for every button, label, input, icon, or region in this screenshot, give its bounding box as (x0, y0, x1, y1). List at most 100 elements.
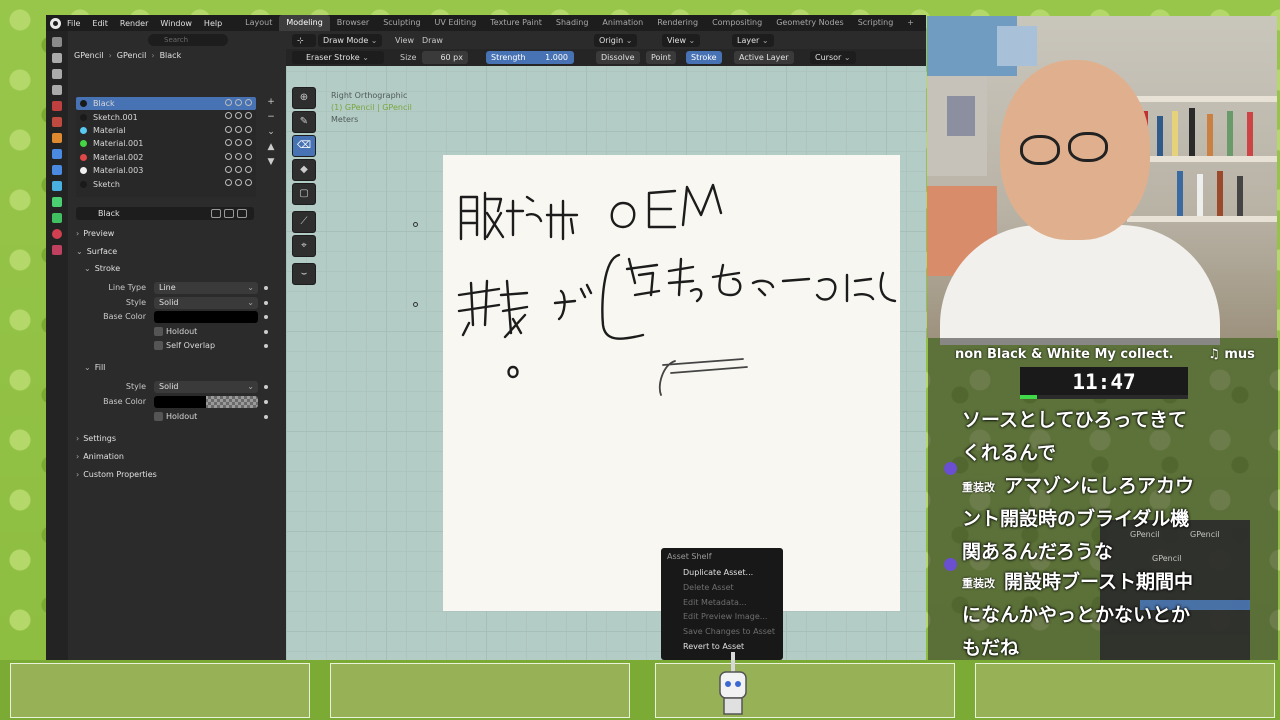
link-icon[interactable] (225, 165, 232, 173)
eraser-tool-dropdown[interactable]: Eraser Stroke (292, 51, 384, 64)
move-slot-down-button[interactable]: ▼ (266, 157, 276, 167)
eye-icon[interactable] (235, 152, 242, 160)
stroke-style-dropdown[interactable]: Solid (154, 297, 258, 309)
point-button[interactable]: Point (646, 51, 676, 64)
size-field[interactable]: 60 px (422, 51, 468, 64)
menu-help[interactable]: Help (198, 19, 228, 28)
tab-rendering[interactable]: Rendering (650, 15, 705, 31)
origin-dropdown[interactable]: Origin (594, 33, 638, 47)
drawing-canvas[interactable] (443, 155, 900, 611)
section-fill[interactable]: Fill (84, 361, 106, 375)
cursor-dropdown[interactable]: Cursor (810, 51, 856, 64)
curve-tool-icon[interactable]: ⌣ (292, 263, 316, 285)
link-icon[interactable] (225, 99, 232, 106)
viewport-3d[interactable]: ⊹ Draw Mode View Draw Origin View Layer … (286, 31, 926, 660)
menu-window[interactable]: Window (154, 19, 198, 28)
section-preview[interactable]: Preview (76, 227, 114, 241)
menu-view[interactable]: View (395, 34, 414, 47)
constraints-tab-icon[interactable] (52, 197, 62, 207)
keyframe-dot-icon[interactable] (264, 344, 268, 348)
active-layer-toggle[interactable]: Active Layer (734, 51, 794, 64)
modifier-tab-icon[interactable] (52, 149, 62, 159)
keyframe-dot-icon[interactable] (264, 385, 268, 389)
section-surface[interactable]: Surface (76, 245, 117, 259)
search-input[interactable]: Search (148, 34, 228, 46)
shield-icon[interactable] (211, 209, 221, 218)
stroke-holdout-checkbox[interactable] (154, 327, 163, 336)
line-type-dropdown[interactable]: Line (154, 282, 258, 294)
material-slot[interactable]: Material.001 (76, 137, 256, 150)
link-icon[interactable] (225, 139, 232, 147)
add-workspace-button[interactable]: + (900, 15, 921, 31)
material-slot[interactable]: Sketch.001 (76, 110, 256, 123)
menu-draw[interactable]: Draw (422, 34, 443, 47)
output-tab-icon[interactable] (52, 69, 62, 79)
lock-icon[interactable] (245, 112, 252, 120)
keyframe-dot-icon[interactable] (264, 286, 268, 290)
data-tab-icon[interactable] (52, 213, 62, 223)
material-slot-list[interactable]: Black Sketch.001 Material Material.001 Mater… (76, 97, 256, 197)
keyframe-dot-icon[interactable] (264, 315, 268, 319)
section-animation[interactable]: Animation (76, 450, 124, 464)
lock-icon[interactable] (245, 152, 252, 160)
stroke-base-color-swatch[interactable] (154, 311, 258, 323)
menu-render[interactable]: Render (114, 19, 154, 28)
tab-scripting[interactable]: Scripting (851, 15, 901, 31)
material-slot[interactable]: Material.002 (76, 151, 256, 164)
tool-tab-icon[interactable] (52, 37, 62, 47)
mode-dropdown[interactable]: Draw Mode (318, 33, 383, 47)
material-slot[interactable]: Material (76, 124, 256, 137)
physics-tab-icon[interactable] (52, 181, 62, 191)
tab-compositing[interactable]: Compositing (705, 15, 769, 31)
tab-geometry-nodes[interactable]: Geometry Nodes (769, 15, 850, 31)
link-icon[interactable] (225, 112, 232, 120)
keyframe-dot-icon[interactable] (264, 415, 268, 419)
keyframe-dot-icon[interactable] (264, 330, 268, 334)
lock-icon[interactable] (245, 139, 252, 147)
lock-icon[interactable] (245, 125, 252, 133)
remove-slot-button[interactable]: − (266, 112, 276, 122)
render-tab-icon[interactable] (52, 53, 62, 63)
eye-icon[interactable] (235, 139, 242, 147)
self-overlap-checkbox[interactable] (154, 341, 163, 350)
menu-file[interactable]: File (61, 19, 86, 28)
move-slot-up-button[interactable]: ▲ (266, 142, 276, 152)
keyframe-dot-icon[interactable] (264, 301, 268, 305)
link-icon[interactable] (225, 125, 232, 133)
eye-icon[interactable] (235, 125, 242, 133)
effects-tab-icon[interactable] (52, 165, 62, 175)
layer-dropdown[interactable]: Layer (732, 33, 774, 47)
scene-tab-icon[interactable] (52, 101, 62, 111)
section-custom-properties[interactable]: Custom Properties (76, 468, 157, 482)
lock-icon[interactable] (245, 165, 252, 173)
lock-icon[interactable] (245, 99, 252, 106)
tab-animation[interactable]: Animation (595, 15, 650, 31)
slot-specials-button[interactable]: ⌄ (266, 127, 276, 137)
erase-tool-icon[interactable]: ⌫ (292, 135, 316, 157)
material-slot[interactable]: Material.003 (76, 164, 256, 177)
draw-tool-icon[interactable]: ✎ (292, 111, 316, 133)
strength-slider[interactable]: Strength 1.000 (486, 51, 574, 64)
tab-browser[interactable]: Browser (330, 15, 376, 31)
tab-uv-editing[interactable]: UV Editing (428, 15, 484, 31)
add-slot-button[interactable]: + (266, 97, 276, 107)
section-settings[interactable]: Settings (76, 432, 116, 446)
material-slot[interactable]: Sketch (76, 177, 256, 190)
link-icon[interactable] (225, 179, 232, 187)
material-tab-icon[interactable] (52, 229, 62, 239)
dissolve-button[interactable]: Dissolve (596, 51, 640, 64)
tint-tool-icon[interactable]: ⟋ (292, 211, 316, 233)
material-slot[interactable]: Black (76, 97, 256, 111)
tab-layout[interactable]: Layout (238, 15, 279, 31)
tab-modeling[interactable]: Modeling (279, 15, 330, 31)
fill-style-dropdown[interactable]: Solid (154, 381, 258, 393)
tab-sculpting[interactable]: Sculpting (376, 15, 427, 31)
cursor-tool-icon[interactable]: ⊕ (292, 87, 316, 109)
view-dropdown[interactable]: View (662, 33, 701, 47)
link-icon[interactable] (225, 152, 232, 160)
editor-type-button[interactable]: ⊹ (292, 33, 316, 47)
eye-icon[interactable] (235, 112, 242, 120)
section-stroke[interactable]: Stroke (84, 262, 121, 276)
blender-logo-icon[interactable] (50, 17, 61, 29)
eyedropper-tool-icon[interactable]: ⌖ (292, 235, 316, 257)
